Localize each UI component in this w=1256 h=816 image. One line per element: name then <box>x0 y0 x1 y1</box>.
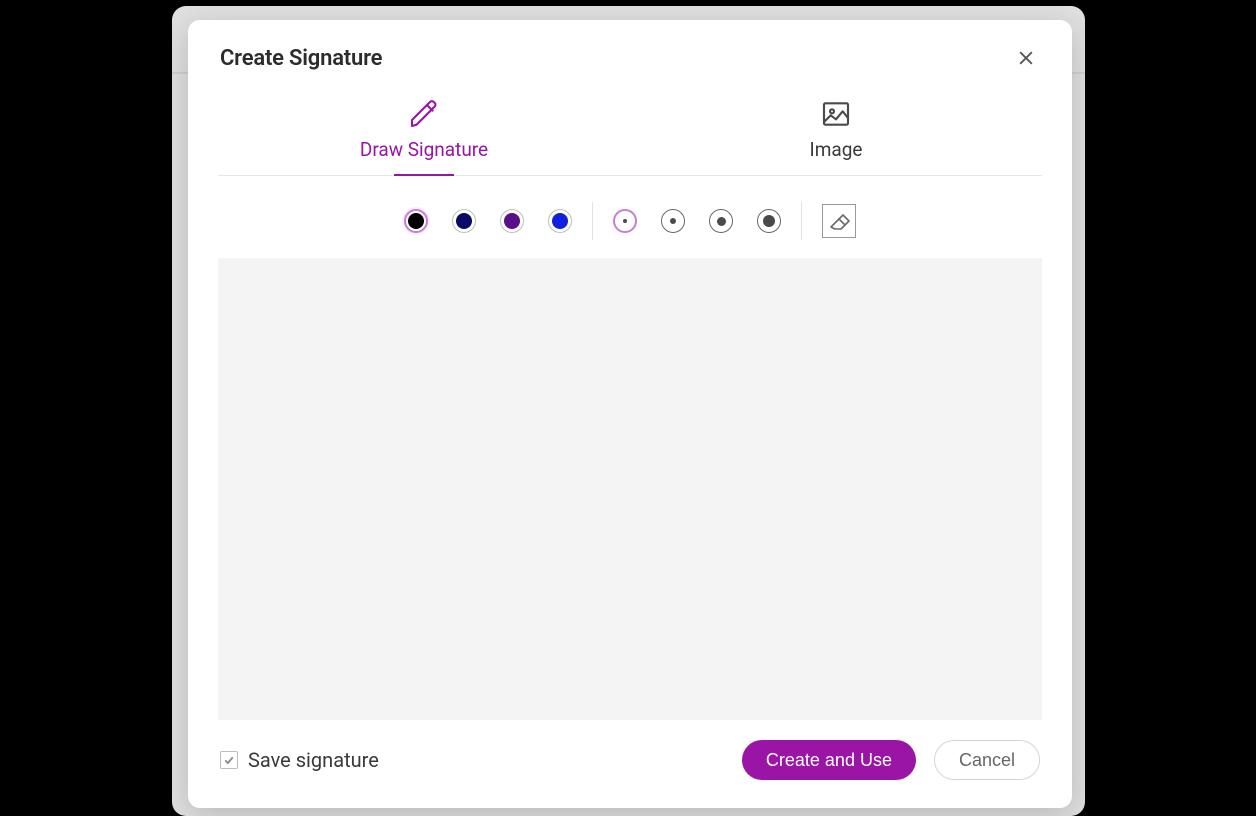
tab-label: Image <box>810 138 863 161</box>
stroke-medium[interactable] <box>709 209 733 233</box>
checkbox-label: Save signature <box>248 748 379 772</box>
cancel-button[interactable]: Cancel <box>934 740 1040 780</box>
modal-title: Create Signature <box>220 46 382 71</box>
eraser-icon <box>827 209 851 233</box>
create-signature-modal: Create Signature Draw Signature <box>188 20 1072 808</box>
tab-draw-signature[interactable]: Draw Signature <box>218 90 630 175</box>
close-button[interactable] <box>1012 44 1040 72</box>
create-and-use-button[interactable]: Create and Use <box>742 740 916 780</box>
stroke-large[interactable] <box>757 209 781 233</box>
thickness-dot <box>717 217 726 226</box>
toolbar-separator <box>801 202 802 240</box>
thickness-dot <box>670 218 676 224</box>
tab-label: Draw Signature <box>360 138 488 161</box>
checkbox-box <box>220 751 238 769</box>
drawing-toolbar <box>218 176 1042 258</box>
close-icon <box>1016 48 1036 68</box>
color-swatch-navy[interactable] <box>452 209 476 233</box>
pencil-icon <box>408 98 440 130</box>
signature-canvas[interactable] <box>218 258 1042 720</box>
toolbar-separator <box>592 202 593 240</box>
swatch-dot <box>504 213 520 229</box>
image-icon <box>820 98 852 130</box>
swatch-dot <box>408 213 424 229</box>
modal-footer: Save signature Create and Use Cancel <box>218 738 1042 808</box>
color-swatch-black[interactable] <box>404 209 428 233</box>
save-signature-checkbox[interactable]: Save signature <box>220 748 379 772</box>
thickness-dot <box>623 219 627 223</box>
color-swatch-purple[interactable] <box>500 209 524 233</box>
signature-tabs: Draw Signature Image <box>218 90 1042 176</box>
stroke-thin[interactable] <box>613 209 637 233</box>
stroke-small[interactable] <box>661 209 685 233</box>
checkmark-icon <box>223 754 235 766</box>
modal-header: Create Signature <box>218 44 1042 90</box>
swatch-dot <box>552 213 568 229</box>
tab-image[interactable]: Image <box>630 90 1042 175</box>
thickness-group <box>613 209 781 233</box>
thickness-dot <box>763 215 775 227</box>
color-swatch-group <box>404 209 572 233</box>
color-swatch-blue[interactable] <box>548 209 572 233</box>
clear-signature-button[interactable] <box>822 204 856 238</box>
swatch-dot <box>456 213 472 229</box>
